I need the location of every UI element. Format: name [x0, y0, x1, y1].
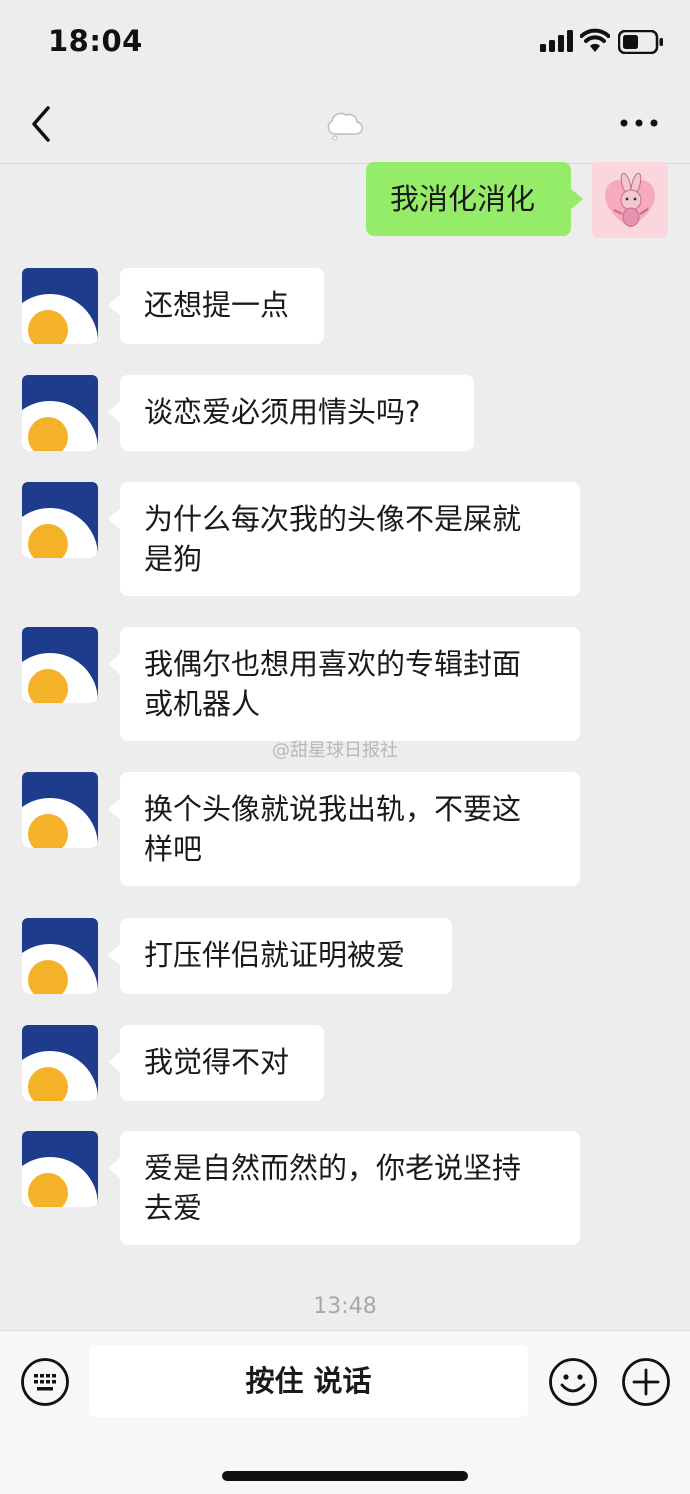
- message-timestamp: 13:48: [313, 1294, 377, 1319]
- pink-bunny-avatar-icon: [592, 162, 668, 238]
- message-text-line: 爱是自然而然的，你老说坚持: [144, 1151, 522, 1185]
- wifi-icon: [580, 28, 610, 52]
- cloud-icon: [327, 112, 363, 141]
- battery-icon: [618, 30, 663, 54]
- message-text: 我觉得不对: [144, 1045, 290, 1079]
- contact-avatar[interactable]: [22, 268, 98, 344]
- message-text: 谈恋爱必须用情头吗?: [144, 395, 421, 429]
- fried-egg-avatar-icon: [22, 482, 98, 558]
- contact-avatar[interactable]: [22, 375, 98, 451]
- contact-avatar[interactable]: [22, 918, 98, 994]
- message-text-line: 去爱: [144, 1191, 203, 1225]
- home-indicator[interactable]: [222, 1471, 468, 1481]
- fried-egg-avatar-icon: [22, 772, 98, 848]
- hold-to-talk-button[interactable]: 按住 说话: [89, 1345, 528, 1417]
- fried-egg-avatar-icon: [22, 375, 98, 451]
- received-message-bubble[interactable]: 谈恋爱必须用情头吗?: [108, 375, 474, 451]
- keyboard-toggle-icon[interactable]: [20, 1357, 70, 1407]
- received-message-bubble[interactable]: 打压伴侣就证明被爱: [108, 918, 452, 994]
- fried-egg-avatar-icon: [22, 918, 98, 994]
- my-avatar[interactable]: [592, 162, 668, 238]
- fried-egg-avatar-icon: [22, 627, 98, 703]
- received-message-bubble[interactable]: 为什么每次我的头像不是屎就 是狗: [108, 482, 580, 596]
- received-message-bubble[interactable]: 换个头像就说我出轨，不要这 样吧: [108, 772, 580, 886]
- message-text-line: 样吧: [144, 832, 203, 866]
- status-time: 18:04: [48, 24, 143, 58]
- emoji-icon[interactable]: [548, 1357, 598, 1407]
- fried-egg-avatar-icon: [22, 1025, 98, 1101]
- fried-egg-avatar-icon: [22, 1131, 98, 1207]
- status-bar: 18:04: [0, 0, 690, 86]
- message-text-line: 或机器人: [144, 687, 261, 721]
- contact-avatar[interactable]: [22, 627, 98, 703]
- message-text: 我消化消化: [390, 182, 536, 216]
- message-text-line: 为什么每次我的头像不是屎就: [144, 502, 522, 536]
- message-text-line: 是狗: [144, 542, 203, 576]
- message-text: 还想提一点: [144, 288, 290, 322]
- message-text: 打压伴侣就证明被爱: [144, 938, 406, 972]
- fried-egg-avatar-icon: [22, 268, 98, 344]
- contact-avatar[interactable]: [22, 1131, 98, 1207]
- message-text-line: 换个头像就说我出轨，不要这: [144, 792, 522, 826]
- more-options-icon[interactable]: [614, 108, 664, 138]
- chat-input-bar: 按住 说话: [0, 1330, 690, 1494]
- received-message-bubble[interactable]: 还想提一点: [108, 268, 324, 344]
- received-message-bubble[interactable]: 我偶尔也想用喜欢的专辑封面 或机器人: [108, 627, 580, 741]
- plus-icon[interactable]: [621, 1357, 671, 1407]
- received-message-bubble[interactable]: 爱是自然而然的，你老说坚持 去爱: [108, 1131, 580, 1245]
- message-text-line: 我偶尔也想用喜欢的专辑封面: [144, 647, 522, 681]
- sent-message-bubble[interactable]: 我消化消化: [366, 162, 583, 236]
- watermark: @甜星球日报社: [272, 740, 398, 761]
- back-arrow-icon[interactable]: [24, 102, 60, 146]
- contact-avatar[interactable]: [22, 482, 98, 558]
- contact-avatar[interactable]: [22, 1025, 98, 1101]
- received-message-bubble[interactable]: 我觉得不对: [108, 1025, 324, 1101]
- chat-nav-bar: [0, 86, 690, 164]
- cellular-signal-icon: [540, 30, 573, 52]
- contact-avatar[interactable]: [22, 772, 98, 848]
